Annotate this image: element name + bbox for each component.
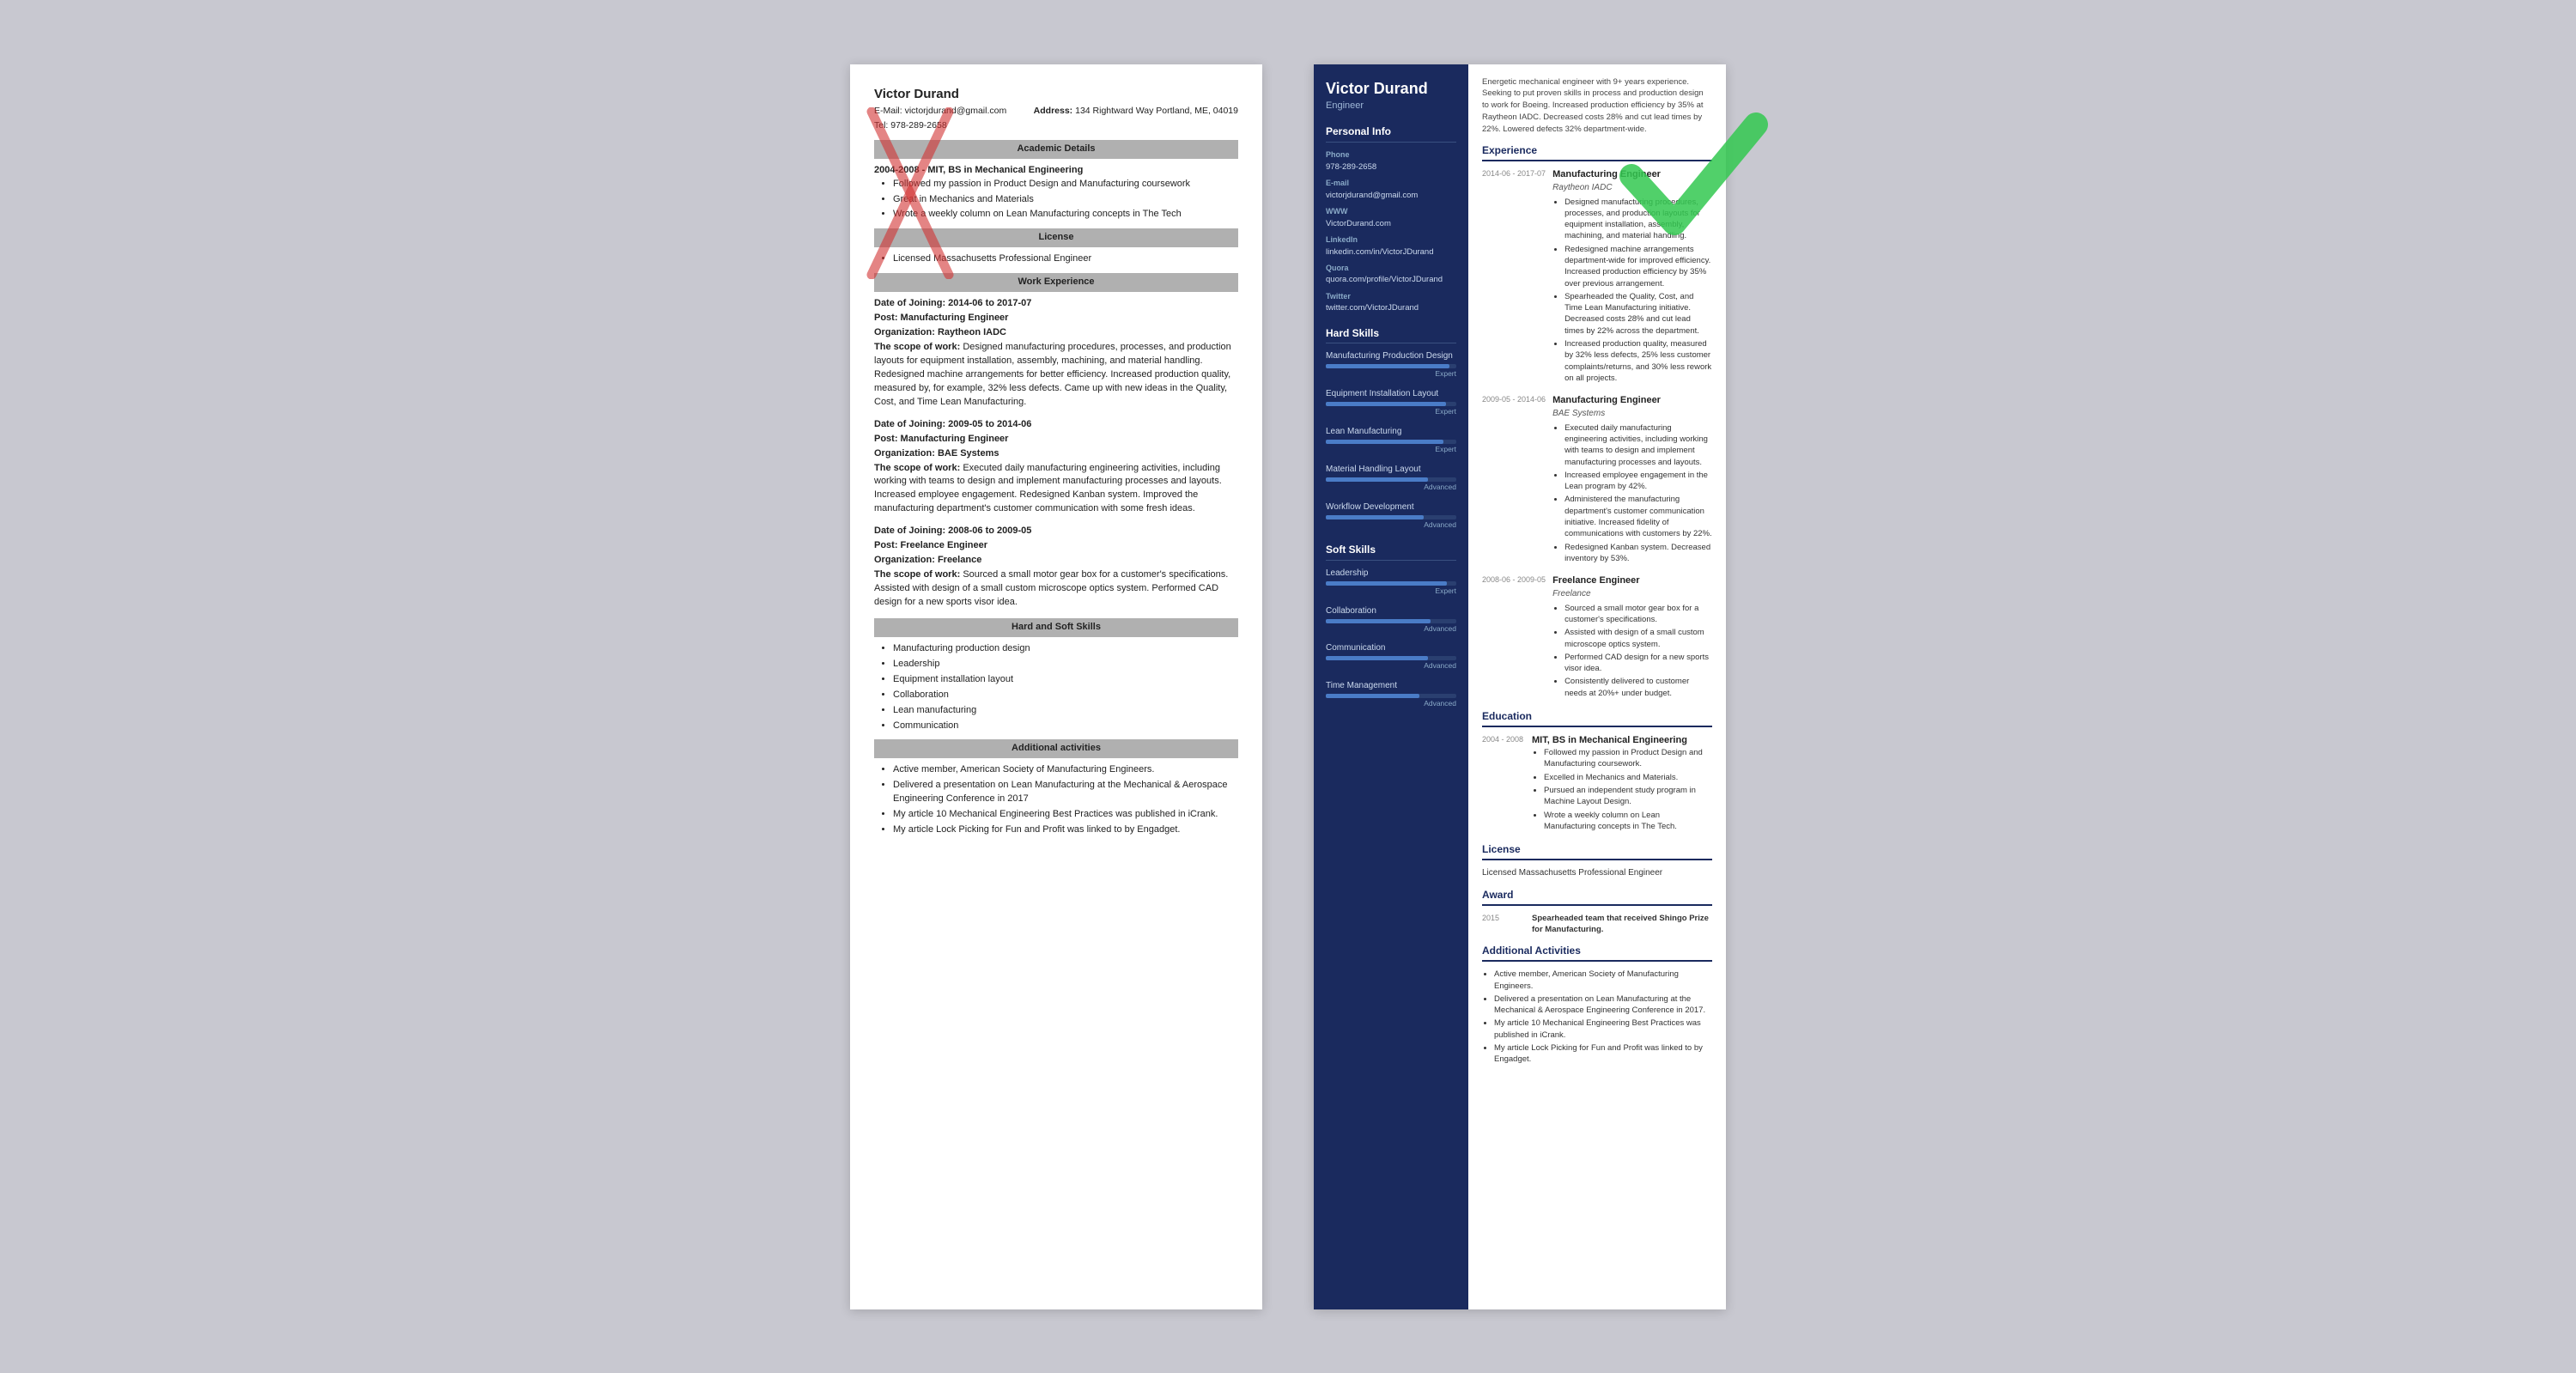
twitter-value: twitter.com/VictorJDurand xyxy=(1326,302,1456,313)
list-item: Delivered a presentation on Lean Manufac… xyxy=(893,779,1238,806)
list-item: Executed daily manufacturing engineering… xyxy=(1564,422,1712,468)
work-entry-1: Date of Joining: 2014-06 to 2017-07 Post… xyxy=(874,297,1238,410)
list-item: Redesigned Kanban system. Decreased inve… xyxy=(1564,542,1712,565)
list-item: Lean manufacturing xyxy=(893,704,1238,718)
academic-header: Academic Details xyxy=(874,140,1238,159)
skill-equipment-installation: Equipment Installation Layout Expert xyxy=(1326,388,1456,417)
list-item: My article Lock Picking for Fun and Prof… xyxy=(1494,1042,1712,1066)
list-item: Equipment installation layout xyxy=(893,673,1238,687)
skills-list: Manufacturing production design Leadersh… xyxy=(874,642,1238,733)
www-value: VictorDurand.com xyxy=(1326,218,1456,229)
activities-list: Active member, American Society of Manuf… xyxy=(874,763,1238,837)
list-item: Increased production quality, measured b… xyxy=(1564,338,1712,384)
list-item: Delivered a presentation on Lean Manufac… xyxy=(1494,993,1712,1017)
skill-lean-manufacturing: Lean Manufacturing Expert xyxy=(1326,426,1456,455)
resume-summary: Energetic mechanical engineer with 9+ ye… xyxy=(1482,76,1712,136)
additional-title: Additional Activities xyxy=(1482,944,1712,962)
work-header: Work Experience xyxy=(874,273,1238,292)
phone-label: Phone xyxy=(1326,149,1456,161)
list-item: Excelled in Mechanics and Materials. xyxy=(1544,772,1712,783)
email-value: victorjdurand@gmail.com xyxy=(1326,190,1456,201)
list-item: Performed CAD design for a new sports vi… xyxy=(1564,652,1712,675)
left-resume: Victor Durand E-Mail: victorjdurand@gmai… xyxy=(850,64,1262,1309)
list-item: Leadership xyxy=(893,658,1238,671)
license-list: Licensed Massachusetts Professional Engi… xyxy=(874,252,1238,266)
skill-collaboration: Collaboration Advanced xyxy=(1326,605,1456,635)
list-item: Active member, American Society of Manuf… xyxy=(1494,969,1712,992)
list-item: My article Lock Picking for Fun and Prof… xyxy=(893,823,1238,837)
list-item: Assisted with design of a small custom m… xyxy=(1564,627,1712,650)
skill-time-management: Time Management Advanced xyxy=(1326,680,1456,709)
award-title: Award xyxy=(1482,888,1712,906)
list-item: Followed my passion in Product Design an… xyxy=(1544,747,1712,770)
right-name: Victor Durand xyxy=(1326,80,1456,99)
email-label: E-mail xyxy=(1326,178,1456,189)
list-item: Great in Mechanics and Materials xyxy=(893,193,1238,207)
skill-workflow-development: Workflow Development Advanced xyxy=(1326,501,1456,531)
personal-info-title: Personal Info xyxy=(1326,125,1456,143)
list-item: Collaboration xyxy=(893,689,1238,702)
skill-communication: Communication Advanced xyxy=(1326,642,1456,671)
list-item: Consistently delivered to customer needs… xyxy=(1564,676,1712,699)
left-email: victorjdurand@gmail.com xyxy=(905,106,1007,116)
list-item: Active member, American Society of Manuf… xyxy=(893,763,1238,777)
list-item: Communication xyxy=(893,720,1238,733)
list-item: Manufacturing production design xyxy=(893,642,1238,656)
linkedin-label: LinkedIn xyxy=(1326,234,1456,246)
list-item: Licensed Massachusetts Professional Engi… xyxy=(893,252,1238,266)
exp-entry-3: 2008-06 - 2009-05 Freelance Engineer Fre… xyxy=(1482,574,1712,701)
linkedin-value: linkedin.com/in/VictorJDurand xyxy=(1326,246,1456,258)
award-entry: 2015 Spearheaded team that received Shin… xyxy=(1482,913,1712,936)
activities-header: Additional activities xyxy=(874,739,1238,758)
www-label: WWW xyxy=(1326,206,1456,217)
resume-main-content: Energetic mechanical engineer with 9+ ye… xyxy=(1468,64,1726,1309)
additional-list: Active member, American Society of Manuf… xyxy=(1482,969,1712,1065)
list-item: My article 10 Mechanical Engineering Bes… xyxy=(893,808,1238,822)
list-item: Wrote a weekly column on Lean Manufactur… xyxy=(893,208,1238,222)
list-item: Designed manufacturing procedures, proce… xyxy=(1564,197,1712,242)
left-email-row: E-Mail: victorjdurand@gmail.com xyxy=(874,105,1006,118)
license-header: License xyxy=(874,228,1238,247)
hard-skills-title: Hard Skills xyxy=(1326,326,1456,344)
work-entry-3: Date of Joining: 2008-06 to 2009-05 Post… xyxy=(874,525,1238,610)
exp-entry-2: 2009-05 - 2014-06 Manufacturing Engineer… xyxy=(1482,394,1712,566)
academic-bullets: Followed my passion in Product Design an… xyxy=(874,178,1238,222)
edu-entry-1: 2004 - 2008 MIT, BS in Mechanical Engine… xyxy=(1482,734,1712,834)
list-item: Wrote a weekly column on Lean Manufactur… xyxy=(1544,810,1712,833)
right-title: Engineer xyxy=(1326,100,1456,112)
education-title: Education xyxy=(1482,709,1712,727)
exp-entry-1: 2014-06 - 2017-07 Manufacturing Engineer… xyxy=(1482,168,1712,386)
list-item: Administered the manufacturing departmen… xyxy=(1564,494,1712,539)
left-address-row: Address: 134 Rightward Way Portland, ME,… xyxy=(1034,105,1238,118)
experience-title: Experience xyxy=(1482,143,1712,161)
list-item: Redesigned machine arrangements departme… xyxy=(1564,244,1712,289)
right-resume: Victor Durand Engineer Personal Info Pho… xyxy=(1314,64,1726,1309)
phone-value: 978-289-2658 xyxy=(1326,161,1456,173)
work-entry-2: Date of Joining: 2009-05 to 2014-06 Post… xyxy=(874,418,1238,517)
list-item: My article 10 Mechanical Engineering Bes… xyxy=(1494,1018,1712,1041)
skill-leadership: Leadership Expert xyxy=(1326,568,1456,597)
skill-manufacturing-production: Manufacturing Production Design Expert xyxy=(1326,350,1456,380)
email-label: E-Mail: xyxy=(874,106,902,116)
list-item: Followed my passion in Product Design an… xyxy=(893,178,1238,191)
list-item: Spearheaded the Quality, Cost, and Time … xyxy=(1564,291,1712,337)
list-item: Increased employee engagement in the Lea… xyxy=(1564,470,1712,493)
quora-label: Quora xyxy=(1326,263,1456,274)
twitter-label: Twitter xyxy=(1326,291,1456,302)
list-item: Pursued an independent study program in … xyxy=(1544,785,1712,808)
license-text: Licensed Massachusetts Professional Engi… xyxy=(1482,867,1712,879)
quora-value: quora.com/profile/VictorJDurand xyxy=(1326,274,1456,285)
left-name: Victor Durand xyxy=(874,85,1238,104)
license-title: License xyxy=(1482,842,1712,860)
resume-sidebar: Victor Durand Engineer Personal Info Pho… xyxy=(1314,64,1468,1309)
soft-skills-title: Soft Skills xyxy=(1326,543,1456,561)
left-tel: Tel: 978-289-2658 xyxy=(874,119,1238,132)
skills-header: Hard and Soft Skills xyxy=(874,618,1238,637)
academic-degree: 2004-2008 - MIT, BS in Mechanical Engine… xyxy=(874,165,1083,175)
skill-material-handling: Material Handling Layout Advanced xyxy=(1326,464,1456,493)
list-item: Sourced a small motor gear box for a cus… xyxy=(1564,603,1712,626)
